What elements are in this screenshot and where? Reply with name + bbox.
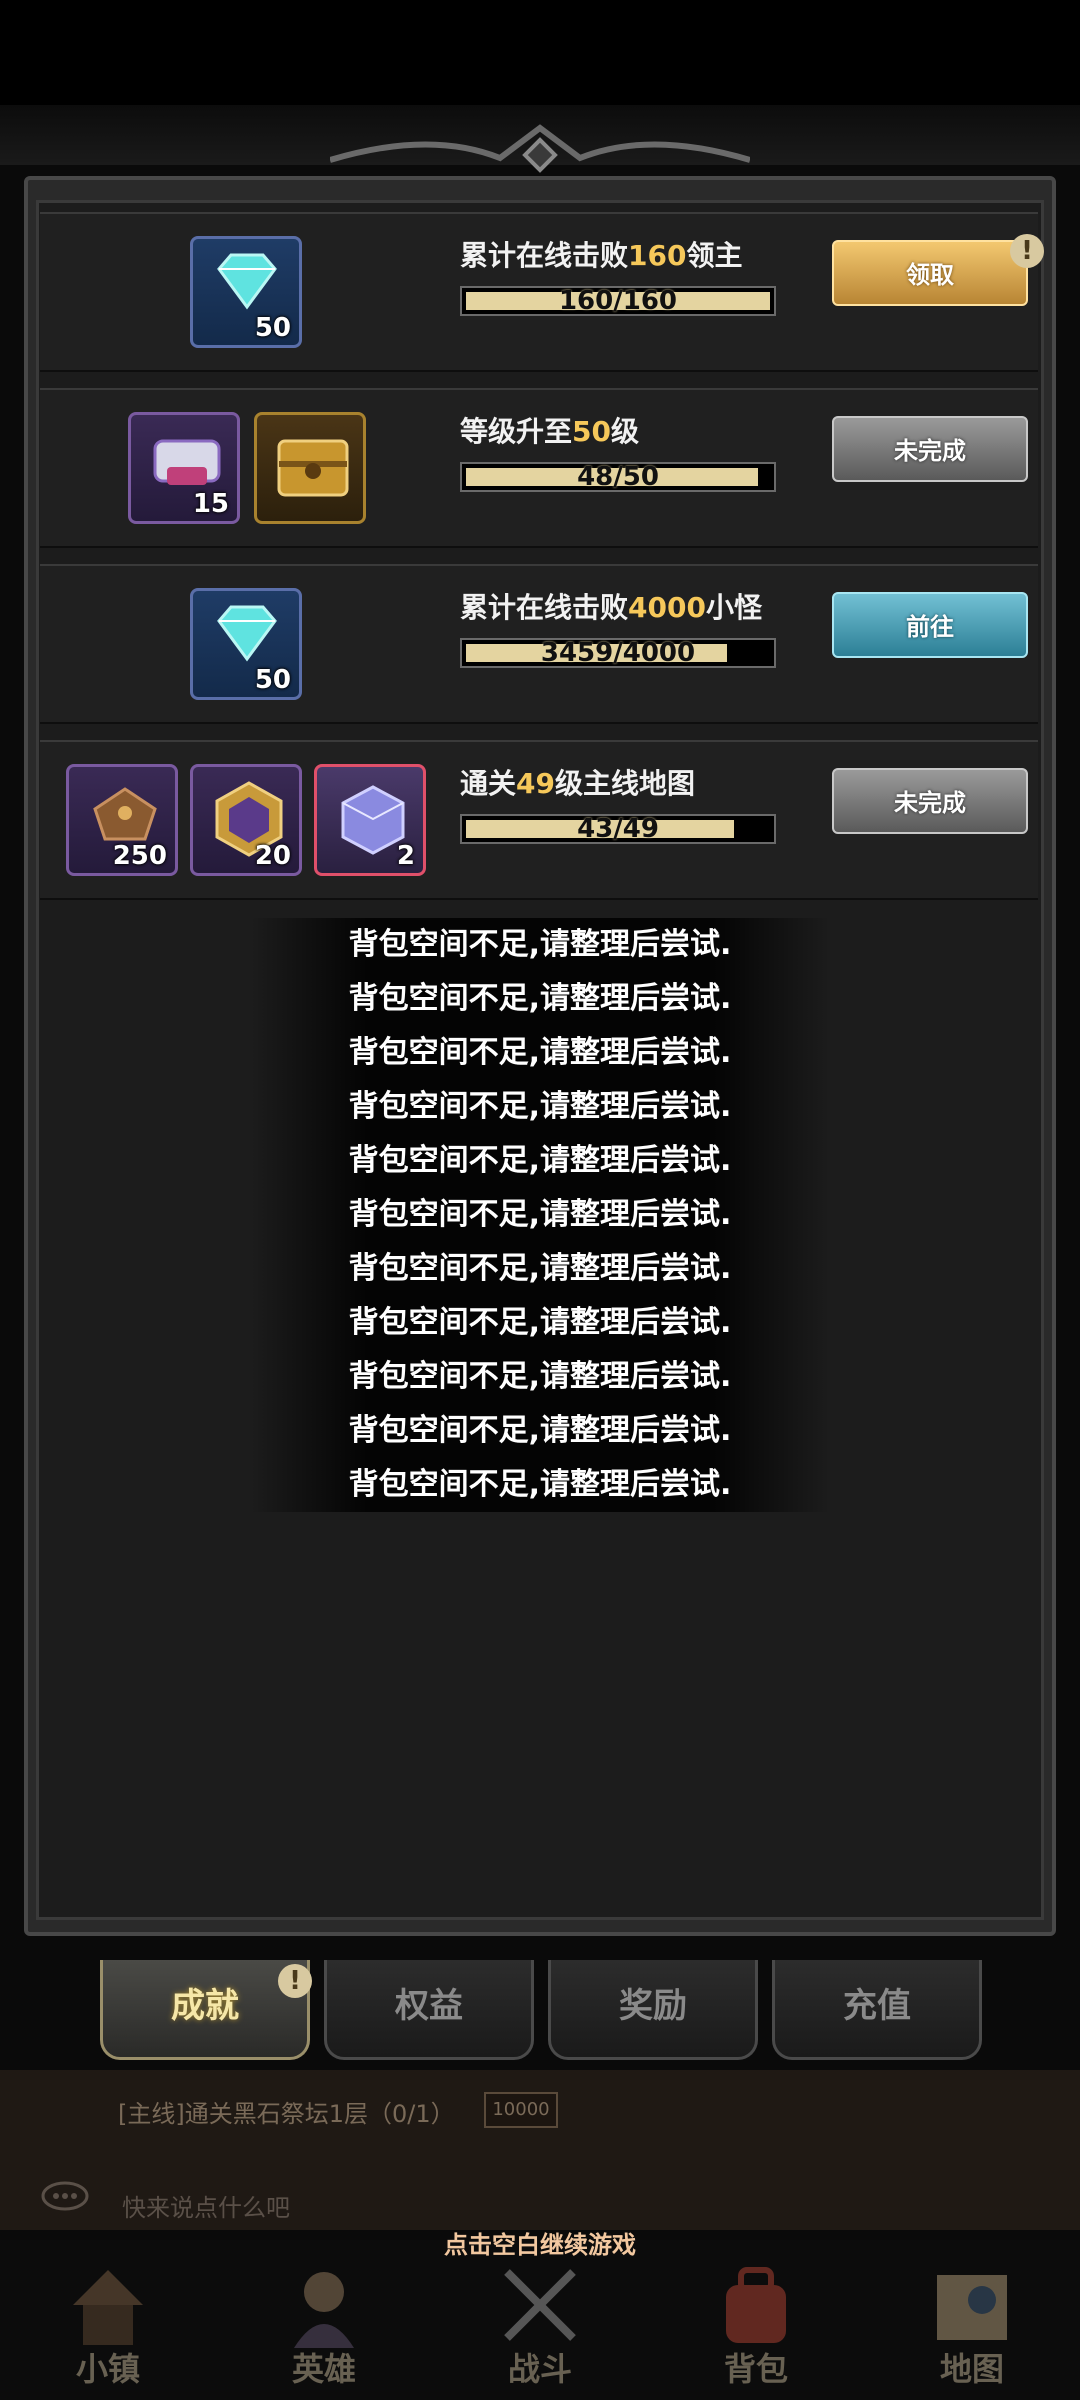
nav-map[interactable]: 地图 [882, 2250, 1062, 2390]
task-title: 累计在线击败4000小怪 [460, 591, 762, 624]
progress-text: 160/160 [558, 286, 678, 316]
toast-message: 背包空间不足,请整理后尝试. [250, 1080, 830, 1134]
task-row: 250 20 2 通关49级主线地图 43/49 未完成 [40, 740, 1038, 900]
quest-badge: 10000 [484, 2092, 558, 2128]
reward-item[interactable]: 50 [190, 236, 302, 348]
progress-text: 43/49 [577, 814, 659, 844]
reward-item[interactable] [254, 412, 366, 524]
chat-input[interactable]: 快来说点什么吧 [122, 2188, 290, 2223]
nav-town[interactable]: 小镇 [18, 2250, 198, 2390]
chat-icon[interactable] [40, 2180, 90, 2216]
crossed-swords-icon [504, 2269, 576, 2341]
progress-text: 48/50 [577, 462, 659, 492]
toast-message: 背包空间不足,请整理后尝试. [250, 918, 830, 972]
progress-bar: 48/50 [460, 462, 776, 492]
progress-bar: 160/160 [460, 286, 776, 316]
reward-item[interactable]: 50 [190, 588, 302, 700]
chest-icon [93, 787, 157, 841]
backpack-icon [726, 2267, 786, 2343]
tab-privileges[interactable]: 权益 [324, 1960, 534, 2060]
alert-icon: ! [278, 1964, 312, 1998]
map-icon [937, 2275, 1007, 2340]
hero-icon [294, 2272, 354, 2348]
nav-heroes[interactable]: 英雄 [234, 2250, 414, 2390]
toast-message: 背包空间不足,请整理后尝试. [250, 1188, 830, 1242]
task-title: 等级升至50级 [460, 415, 639, 448]
progress-bar: 3459/4000 [460, 638, 776, 668]
status-bar [0, 0, 1080, 105]
toast-message: 背包空间不足,请整理后尝试. [250, 1458, 830, 1512]
alert-icon: ! [1010, 234, 1044, 268]
progress-bar: 43/49 [460, 814, 776, 844]
toast-message: 背包空间不足,请整理后尝试. [250, 1296, 830, 1350]
golden-chest-icon [277, 439, 349, 497]
quest-tracker[interactable]: [主线]通关黑石祭坛1层（0/1） [118, 2094, 455, 2129]
nav-bag[interactable]: 背包 [666, 2250, 846, 2390]
diamond-icon [217, 253, 277, 310]
task-row: 50 累计在线击败4000小怪 3459/4000 前往 [40, 564, 1038, 724]
task-row: 15 等级升至50级 48/50 未完成 [40, 388, 1038, 548]
tab-rewards[interactable]: 奖励 [548, 1960, 758, 2060]
toast-message: 背包空间不足,请整理后尝试. [250, 1026, 830, 1080]
treasure-bag-icon [153, 439, 221, 485]
town-icon [73, 2270, 143, 2345]
incomplete-button[interactable]: 未完成 [832, 416, 1028, 482]
diamond-icon [217, 605, 277, 662]
reward-item[interactable]: 15 [128, 412, 240, 524]
task-title: 累计在线击败160领主 [460, 239, 743, 272]
toast-message: 背包空间不足,请整理后尝试. [250, 1350, 830, 1404]
goto-button[interactable]: 前往 [832, 592, 1028, 658]
reward-item[interactable]: 2 [314, 764, 426, 876]
reward-item[interactable]: 20 [190, 764, 302, 876]
reward-item[interactable]: 250 [66, 764, 178, 876]
toast-message: 背包空间不足,请整理后尝试. [250, 972, 830, 1026]
nav-battle[interactable]: 战斗 [450, 2250, 630, 2390]
toast-stack: 背包空间不足,请整理后尝试. 背包空间不足,请整理后尝试. 背包空间不足,请整理… [250, 918, 830, 1512]
incomplete-button[interactable]: 未完成 [832, 768, 1028, 834]
task-row: 50 累计在线击败160领主 160/160 领取 ! [40, 212, 1044, 372]
toast-message: 背包空间不足,请整理后尝试. [250, 1242, 830, 1296]
tab-recharge[interactable]: 充值 [772, 1960, 982, 2060]
toast-message: 背包空间不足,请整理后尝试. [250, 1404, 830, 1458]
claim-button[interactable]: 领取 [832, 240, 1028, 306]
toast-message: 背包空间不足,请整理后尝试. [250, 1134, 830, 1188]
tab-bar: 成就 ! 权益 奖励 充值 [0, 1960, 1080, 2070]
progress-text: 3459/4000 [540, 638, 696, 668]
task-title: 通关49级主线地图 [460, 767, 695, 800]
